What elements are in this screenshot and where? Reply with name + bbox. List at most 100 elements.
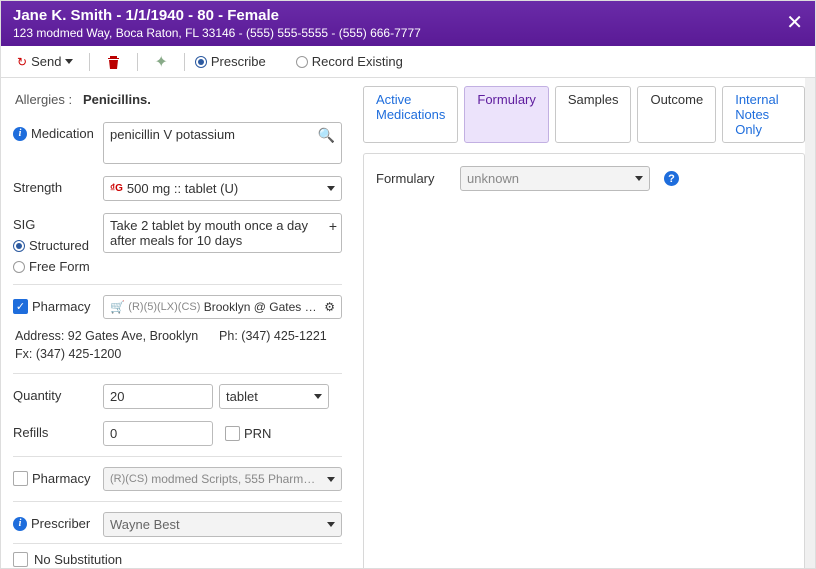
info-icon[interactable]: i: [13, 517, 27, 531]
tabs: Active Medications Formulary Samples Out…: [363, 86, 805, 143]
strength-value: 500 mg :: tablet (U): [127, 181, 317, 196]
separator: [137, 53, 138, 71]
help-icon[interactable]: ?: [664, 171, 679, 186]
record-existing-radio[interactable]: Record Existing: [296, 54, 403, 69]
allergies-value: Penicillins.: [83, 92, 151, 107]
tab-outcome[interactable]: Outcome: [637, 86, 716, 143]
pharmacy2-value: modmed Scripts, 555 Pharmacy: [151, 472, 321, 486]
separator: [184, 53, 185, 71]
row-medication: i Medication penicillin V potassium 🔍: [13, 116, 342, 170]
nosub-checkbox[interactable]: [13, 552, 28, 567]
caret-down-icon: [327, 186, 335, 191]
send-button[interactable]: ↻ Send: [11, 52, 79, 71]
allergies-bar: Allergies : Penicillins.: [13, 88, 342, 116]
info-icon[interactable]: i: [13, 127, 27, 141]
prescriber-value: Wayne Best: [110, 517, 321, 532]
pharmacy1-value: Brooklyn @ Gates Pharmacy,: [204, 300, 324, 314]
nosub-label: No Substitution: [34, 552, 122, 567]
patient-header: Jane K. Smith - 1/1/1940 - 80 - Female 1…: [1, 1, 815, 46]
caret-down-icon: [327, 522, 335, 527]
pharmacy2-tag: (R)(CS): [110, 473, 148, 485]
pharmacy2-checkbox[interactable]: [13, 471, 28, 486]
tab-active-medications[interactable]: Active Medications: [363, 86, 458, 143]
close-icon[interactable]: ✕: [786, 13, 803, 33]
formulary-row: Formulary unknown ?: [376, 166, 792, 191]
left-panel: Allergies : Penicillins. i Medication pe…: [1, 78, 355, 569]
sig-text: Take 2 tablet by mouth once a day after …: [110, 218, 308, 248]
row-pharmacy-2: Pharmacy (R)(CS) modmed Scripts, 555 Pha…: [13, 456, 342, 497]
row-quantity: Quantity 20 tablet: [13, 373, 342, 415]
sig-freeform-label: Free Form: [29, 259, 90, 274]
tab-internal-notes[interactable]: Internal Notes Only: [722, 86, 805, 143]
medication-value: penicillin V potassium: [110, 127, 235, 142]
strength-select[interactable]: ₫G 500 mg :: tablet (U): [103, 176, 342, 201]
quantity-input[interactable]: 20: [103, 384, 213, 409]
pharmacy1-label: Pharmacy: [32, 299, 91, 314]
formulary-select[interactable]: unknown: [460, 166, 650, 191]
record-existing-label: Record Existing: [312, 54, 403, 69]
quantity-label: Quantity: [13, 388, 61, 403]
row-refills: Refills 0 PRN: [13, 415, 342, 452]
wand-button[interactable]: ✦: [148, 50, 173, 74]
plus-icon[interactable]: +: [329, 218, 337, 234]
search-icon[interactable]: 🔍: [318, 127, 335, 144]
radio-off-icon: [13, 261, 25, 273]
strength-tag-icon: ₫G: [110, 183, 123, 194]
send-label: Send: [31, 54, 61, 69]
caret-down-icon: [314, 394, 322, 399]
prescribe-radio[interactable]: Prescribe: [195, 54, 266, 69]
refills-input[interactable]: 0: [103, 421, 213, 446]
ph-text: Ph: (347) 425-1221: [219, 329, 327, 343]
prn-label: PRN: [244, 426, 271, 441]
delete-button[interactable]: [100, 52, 127, 72]
row-pharmacy-1: Pharmacy 🛒 (R)(5)(LX)(CS) Brooklyn @ Gat…: [13, 284, 342, 325]
pharmacy1-select[interactable]: 🛒 (R)(5)(LX)(CS) Brooklyn @ Gates Pharma…: [103, 295, 342, 319]
pharmacy1-tag: (R)(5)(LX)(CS): [128, 301, 200, 313]
caret-down-icon: [327, 477, 335, 482]
patient-subtitle: 123 modmed Way, Boca Raton, FL 33146 - (…: [13, 26, 803, 40]
refills-label: Refills: [13, 425, 48, 440]
prescribe-label: Prescribe: [211, 54, 266, 69]
sig-structured-radio[interactable]: Structured: [13, 238, 89, 253]
prescriber-select[interactable]: Wayne Best: [103, 512, 342, 537]
scrollbar[interactable]: [805, 78, 815, 569]
strength-label: Strength: [13, 180, 62, 195]
caret-down-icon: [635, 176, 643, 181]
sparkle-icon: ✦: [154, 52, 167, 72]
row-sig: SIG Structured Free Form Take 2 tablet b…: [13, 207, 342, 280]
prn-checkbox-group: PRN: [225, 426, 271, 441]
row-no-substitution: No Substitution: [13, 543, 342, 569]
row-strength: Strength ₫G 500 mg :: tablet (U): [13, 170, 342, 207]
radio-on-icon: [195, 56, 207, 68]
sig-label: SIG: [13, 217, 35, 232]
formulary-panel: Formulary unknown ?: [363, 153, 805, 569]
separator: [89, 53, 90, 71]
sig-freeform-radio[interactable]: Free Form: [13, 259, 90, 274]
tab-formulary[interactable]: Formulary: [464, 86, 549, 143]
refills-value: 0: [110, 426, 117, 441]
pharmacy-fax: Fx: (347) 425-1200: [13, 343, 342, 369]
cart-icon: 🛒: [110, 300, 125, 314]
send-icon: ↻: [17, 55, 27, 69]
pharmacy1-checkbox[interactable]: [13, 299, 28, 314]
pharmacy-address: Address: 92 Gates Ave, Brooklyn Ph: (347…: [13, 325, 342, 343]
caret-down-icon: [65, 59, 73, 64]
formulary-label: Formulary: [376, 171, 446, 186]
medication-input[interactable]: penicillin V potassium 🔍: [103, 122, 342, 164]
prn-checkbox[interactable]: [225, 426, 240, 441]
pharmacy2-select[interactable]: (R)(CS) modmed Scripts, 555 Pharmacy: [103, 467, 342, 491]
radio-on-icon: [13, 240, 25, 252]
addr-text: Address: 92 Gates Ave, Brooklyn: [15, 329, 198, 343]
prescriber-label: Prescriber: [31, 516, 90, 531]
row-prescriber: i Prescriber Wayne Best: [13, 501, 342, 543]
tab-samples[interactable]: Samples: [555, 86, 632, 143]
toolbar: ↻ Send ✦ Prescribe Record Existing: [1, 46, 815, 78]
sig-textarea[interactable]: Take 2 tablet by mouth once a day after …: [103, 213, 342, 253]
quantity-value: 20: [110, 389, 124, 404]
quantity-unit-select[interactable]: tablet: [219, 384, 329, 409]
gear-icon[interactable]: ⚙: [324, 300, 335, 314]
radio-off-icon: [296, 56, 308, 68]
allergies-label: Allergies :: [15, 92, 72, 107]
trash-icon: [106, 54, 121, 70]
medication-label: Medication: [31, 126, 94, 141]
